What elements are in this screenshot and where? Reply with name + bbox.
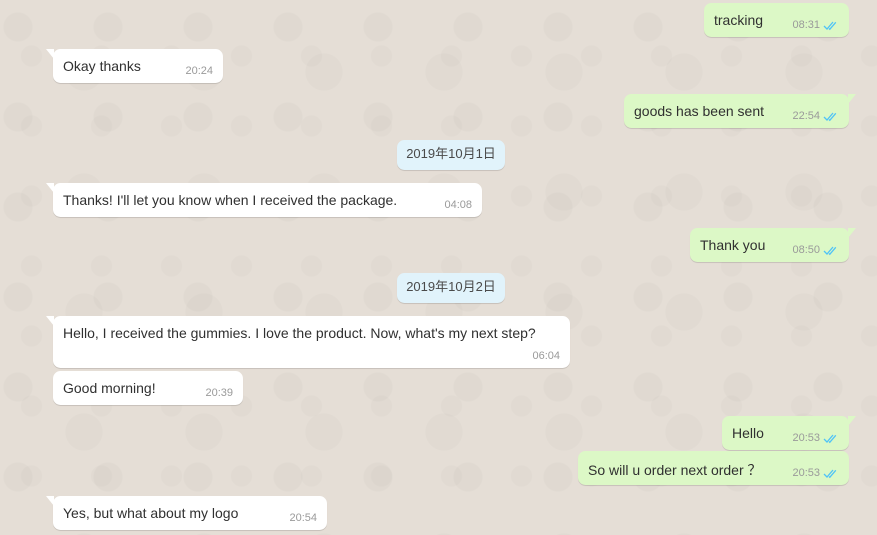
message-time: 20:39 <box>205 387 233 399</box>
message-bubble-outgoing[interactable]: goods has been sent 22:54 <box>624 94 856 128</box>
message-text: Hello <box>732 425 764 441</box>
message-text: Thank you <box>700 237 766 253</box>
message-meta: 20:53 <box>792 432 839 444</box>
double-check-icon <box>823 433 839 444</box>
message-meta: 06:04 <box>532 350 560 362</box>
date-divider: 2019年10月2日 <box>397 273 505 303</box>
message-meta: 20:54 <box>289 512 317 524</box>
message-text: Yes, but what about my logo <box>63 505 239 521</box>
message-meta: 20:39 <box>205 387 233 399</box>
message-time: 20:24 <box>185 65 213 77</box>
message-time: 06:04 <box>532 350 560 362</box>
message-text: Hello, I received the gummies. I love th… <box>63 325 536 341</box>
message-meta: 20:24 <box>185 65 213 77</box>
double-check-icon <box>823 468 839 479</box>
message-text: goods has been sent <box>634 103 764 119</box>
message-text: Good morning! <box>63 380 156 396</box>
message-bubble-outgoing[interactable]: tracking 08:31 <box>704 3 849 37</box>
message-bubble-incoming[interactable]: Hello, I received the gummies. I love th… <box>46 316 570 368</box>
message-meta: 22:54 <box>792 110 839 122</box>
message-time: 22:54 <box>792 110 820 122</box>
message-bubble-incoming[interactable]: Okay thanks 20:24 <box>46 49 223 83</box>
message-text: Okay thanks <box>63 58 141 74</box>
message-meta: 20:53 <box>792 467 839 479</box>
double-check-icon <box>823 111 839 122</box>
message-bubble-incoming[interactable]: Yes, but what about my logo 20:54 <box>46 496 327 530</box>
double-check-icon <box>823 20 839 31</box>
message-time: 04:08 <box>444 199 472 211</box>
message-bubble-incoming[interactable]: Thanks! I'll let you know when I receive… <box>46 183 482 217</box>
message-text: Thanks! I'll let you know when I receive… <box>63 192 398 208</box>
message-bubble-outgoing[interactable]: So will u order next order ？ 20:53 <box>578 451 849 485</box>
message-time: 08:50 <box>792 244 820 256</box>
message-meta: 08:31 <box>792 19 839 31</box>
date-divider: 2019年10月1日 <box>397 140 505 170</box>
message-text: tracking <box>714 12 764 28</box>
message-time: 08:31 <box>792 19 820 31</box>
message-bubble-incoming[interactable]: Good morning! 20:39 <box>53 371 243 405</box>
message-time: 20:53 <box>792 467 820 479</box>
message-text: So will u order next order ？ <box>588 462 762 478</box>
message-bubble-outgoing[interactable]: Hello 20:53 <box>722 416 856 450</box>
double-check-icon <box>823 245 839 256</box>
message-bubble-outgoing[interactable]: Thank you 08:50 <box>690 228 856 262</box>
message-time: 20:54 <box>289 512 317 524</box>
chat-panel: tracking 08:31 Okay thanks 20:24 goods h… <box>0 0 877 535</box>
message-time: 20:53 <box>792 432 820 444</box>
message-meta: 08:50 <box>792 244 839 256</box>
message-meta: 04:08 <box>444 199 472 211</box>
